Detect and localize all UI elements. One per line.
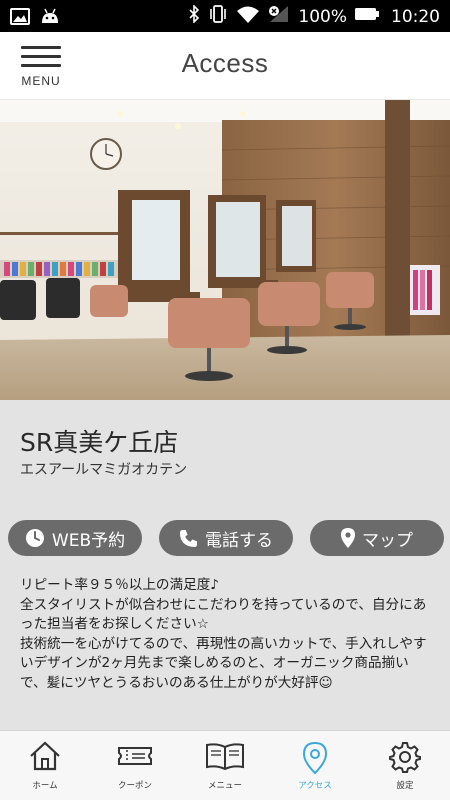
wifi-icon [236, 5, 260, 28]
status-bar: 100% 10:20 [0, 0, 450, 32]
tab-menu[interactable]: メニュー [180, 731, 270, 800]
web-reservation-label: WEB予約 [51, 530, 126, 551]
tab-access[interactable]: アクセス [270, 731, 360, 800]
tab-coupon[interactable]: クーポン [90, 731, 180, 800]
clock-time: 10:20 [391, 6, 440, 27]
shop-name: SR真美ケ丘店 [20, 428, 179, 457]
battery-percent: 100% [298, 6, 347, 27]
map-button[interactable]: マップ [310, 520, 444, 556]
signal-off-icon [268, 5, 290, 28]
android-icon [40, 7, 60, 29]
tab-coupon-label: クーポン [117, 781, 152, 791]
tab-home[interactable]: ホーム [0, 731, 90, 800]
call-label: 電話する [205, 530, 273, 551]
tab-home-label: ホーム [32, 781, 58, 791]
description-line: リピート率９５％以上の満足度♪ [20, 577, 219, 593]
tab-settings-label: 設定 [396, 781, 414, 791]
image-icon [10, 7, 30, 29]
battery-icon [355, 6, 379, 27]
bluetooth-icon [188, 4, 200, 28]
app-header: MENU Access [0, 32, 450, 100]
map-pin-icon [302, 741, 328, 775]
bottom-tab-bar: ホーム クーポン メニュー アクセス 設定 [0, 730, 450, 800]
salon-photo [0, 100, 450, 400]
shop-description: リピート率９５％以上の満足度♪ 全スタイリストが似合わせにこだわりを持っているの… [20, 576, 432, 694]
gear-icon [389, 742, 421, 773]
map-label: マップ [362, 530, 413, 551]
tab-menu-label: メニュー [207, 781, 242, 791]
call-button[interactable]: 電話する [159, 520, 293, 556]
ticket-icon [118, 747, 152, 765]
map-pin-icon [341, 528, 355, 548]
clock-icon [25, 529, 44, 547]
web-reservation-button[interactable]: WEB予約 [8, 520, 142, 556]
phone-icon [179, 529, 198, 547]
book-icon [206, 743, 244, 771]
shop-name-kana: エスアールマミガオカテン [20, 462, 188, 478]
action-buttons: WEB予約 電話する マップ [8, 520, 444, 556]
tab-settings[interactable]: 設定 [360, 731, 450, 800]
vibrate-icon [208, 5, 228, 28]
home-icon [30, 741, 60, 771]
description-line: 全スタイリストが似合わせにこだわりを持っているので、自分にあった担当者をお探しく… [20, 596, 427, 633]
page-title: Access [181, 48, 269, 78]
description-line: 技術統一を心がけてるので、再現性の高いカットで、手入れしやすいデザインが2ヶ月先… [20, 635, 427, 691]
tab-access-label: アクセス [298, 781, 332, 791]
